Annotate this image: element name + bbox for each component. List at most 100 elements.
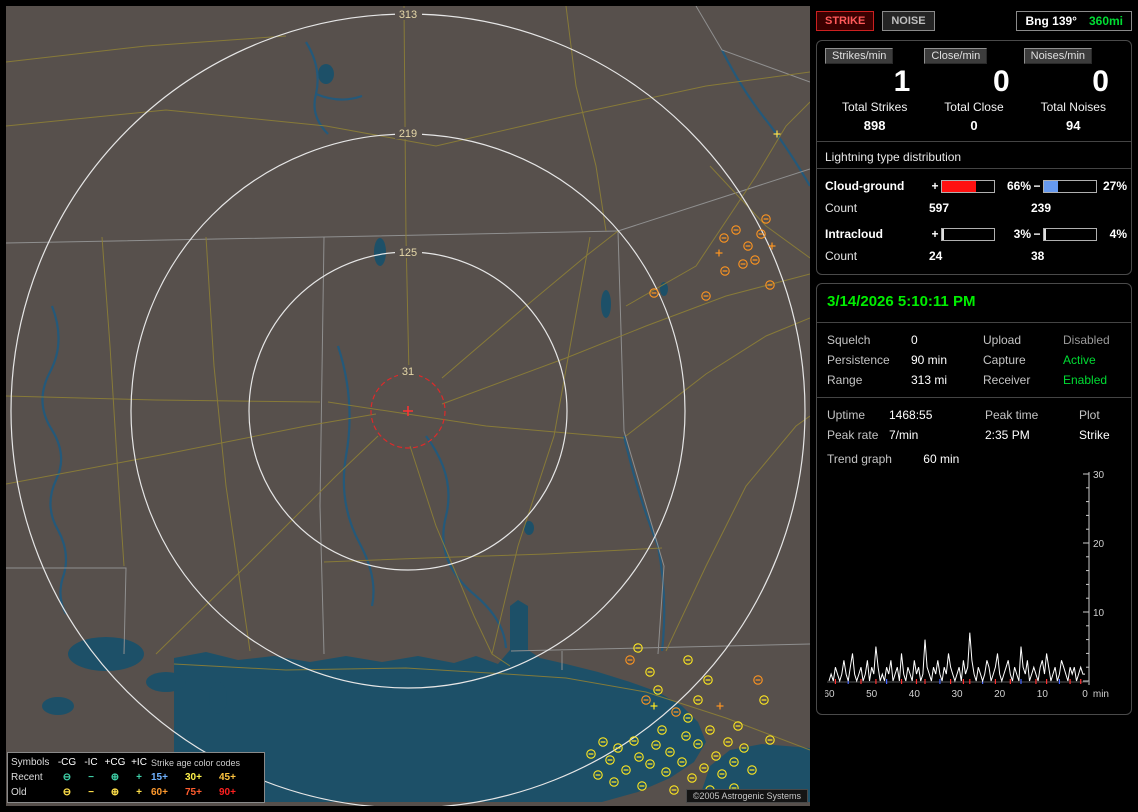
- age-code: 30+: [185, 771, 202, 783]
- ring-label-219: 219: [399, 128, 417, 140]
- age-code: 45+: [219, 771, 236, 783]
- svg-text:60: 60: [825, 689, 835, 700]
- cg-plus-pct: 66%: [1006, 179, 1031, 193]
- total-close-value: 0: [970, 118, 978, 133]
- cg-plus-bar: [941, 179, 995, 193]
- age-code: 75+: [185, 786, 202, 798]
- total-noises-label: Total Noises: [1040, 100, 1106, 114]
- cg-minus-bar: [1043, 179, 1097, 193]
- counters-group: Strikes/min 1 Close/min 0 Noises/min 0 T…: [816, 40, 1132, 275]
- capture-label: Capture: [983, 353, 1026, 367]
- legend-symbol: +: [136, 771, 142, 783]
- legend-symbols-label: Symbols: [11, 756, 50, 768]
- ic-plus-pct: 3%: [1013, 227, 1031, 241]
- legend-symbol: −: [88, 786, 94, 798]
- divider: [817, 397, 1131, 398]
- svg-text:min: min: [1093, 689, 1109, 700]
- map-legend: Symbols -CG -IC +CG +IC Strike age color…: [7, 752, 265, 803]
- noises-per-min-label[interactable]: Noises/min: [1023, 48, 1093, 64]
- svg-text:20: 20: [1093, 539, 1105, 550]
- minus-sign: −: [1033, 179, 1041, 193]
- close-per-min-label[interactable]: Close/min: [924, 48, 988, 64]
- svg-text:50: 50: [866, 689, 878, 700]
- range-readout: 360mi: [1088, 14, 1123, 28]
- legend-symbol: +: [136, 786, 142, 798]
- ic-minus-count: 38: [1031, 249, 1045, 263]
- close-per-min-value: 0: [992, 65, 1010, 98]
- age-codes-title: Strike age color codes: [151, 757, 241, 768]
- age-codes-row2: 60+ 75+ 90+: [151, 786, 253, 800]
- age-codes-row1: 15+ 30+ 45+: [151, 771, 253, 785]
- minus-sign: −: [1033, 227, 1041, 241]
- ring-label-125: 125: [399, 247, 417, 259]
- strike-button[interactable]: STRIKE: [816, 11, 875, 31]
- legend-symbol: ⊖: [62, 786, 72, 798]
- ring-label-313: 313: [399, 9, 417, 21]
- plot-value: Strike: [1079, 428, 1110, 442]
- upload-label: Upload: [983, 333, 1022, 347]
- svg-text:10: 10: [1037, 689, 1049, 700]
- legend-col-pos-cg: +CG: [104, 756, 126, 768]
- range-value: 313 mi: [911, 373, 948, 387]
- plus-sign: +: [931, 179, 939, 193]
- header-row: STRIKE NOISE Bng 139° 360mi: [816, 6, 1132, 36]
- lightning-map[interactable]: 313 219 125 31: [5, 5, 811, 809]
- receiver-label: Receiver: [983, 373, 1031, 387]
- legend-symbol: −: [88, 771, 94, 783]
- legend-col-pos-ic: +IC: [131, 756, 147, 768]
- capture-status: Active: [1063, 353, 1096, 367]
- intracloud-row: Intracloud + 3% − 4%: [825, 223, 1127, 245]
- ic-plus-count: 24: [929, 249, 943, 263]
- total-strikes-value: 898: [863, 118, 886, 133]
- range-label: Range: [827, 373, 863, 387]
- squelch-value: 0: [911, 333, 918, 347]
- persistence-label: Persistence: [827, 353, 890, 367]
- svg-text:30: 30: [1093, 470, 1105, 481]
- peak-time-label: Peak time: [985, 408, 1039, 422]
- cg-minus-count: 239: [1031, 201, 1052, 215]
- status-group: 3/14/2026 5:10:11 PM Squelch 0 Upload Di…: [816, 283, 1132, 715]
- trend-graph: 30 20 10 60 50 40 30 20 10 0 min: [823, 470, 1109, 700]
- legend-symbol: ⊖: [62, 771, 72, 783]
- svg-text:10: 10: [1093, 608, 1105, 619]
- divider: [817, 141, 1131, 142]
- ic-minus-bar: [1043, 227, 1097, 241]
- cg-minus-pct: 27%: [1102, 179, 1127, 193]
- age-code: 15+: [151, 771, 168, 783]
- datetime-display: 3/14/2026 5:10:11 PM: [827, 293, 976, 310]
- intracloud-count-row: Count 24 38: [825, 245, 1123, 267]
- noise-button[interactable]: NOISE: [882, 11, 935, 31]
- squelch-label: Squelch: [827, 333, 871, 347]
- legend-recent-label: Recent: [11, 771, 43, 783]
- svg-text:30: 30: [951, 689, 963, 700]
- cloud-ground-label: Cloud-ground: [825, 179, 905, 193]
- age-code: 60+: [151, 786, 168, 798]
- legend-symbol: ⊕: [110, 786, 120, 798]
- total-noises-value: 94: [1066, 118, 1081, 133]
- control-panel: STRIKE NOISE Bng 139° 360mi Strikes/min …: [816, 6, 1132, 723]
- legend-old-label: Old: [11, 786, 27, 798]
- total-close-label: Total Close: [944, 100, 1004, 114]
- distribution-title: Lightning type distribution: [817, 150, 1131, 169]
- uptime-label: Uptime: [827, 408, 866, 422]
- strikes-per-min-label[interactable]: Strikes/min: [825, 48, 894, 64]
- peak-rate-label: Peak rate: [827, 428, 879, 442]
- age-code: 90+: [219, 786, 236, 798]
- persistence-value: 90 min: [911, 353, 948, 367]
- peak-time-value: 2:35 PM: [985, 428, 1030, 442]
- trend-graph-label-row: Trend graph 60 min: [825, 444, 1123, 470]
- peak-rate-value: 7/min: [889, 428, 919, 442]
- noises-per-min-value: 0: [1092, 65, 1109, 98]
- trend-graph-window: 60 min: [923, 452, 960, 466]
- ring-label-31: 31: [402, 366, 414, 378]
- count-label: Count: [825, 201, 858, 215]
- bearing-range-box: Bng 139° 360mi: [1016, 11, 1132, 31]
- svg-text:20: 20: [994, 689, 1006, 700]
- copyright-notice: ©2005 Astrogenic Systems: [685, 789, 808, 803]
- cloud-ground-row: Cloud-ground + 66% − 27%: [825, 175, 1127, 197]
- map-area: 313 219 125 31 Symbols -CG -IC +CG +IC S…: [5, 5, 811, 809]
- upload-status: Disabled: [1063, 333, 1110, 347]
- total-strikes-label: Total Strikes: [841, 100, 908, 114]
- legend-col-neg-cg: -CG: [57, 756, 77, 768]
- svg-text:0: 0: [1082, 689, 1088, 700]
